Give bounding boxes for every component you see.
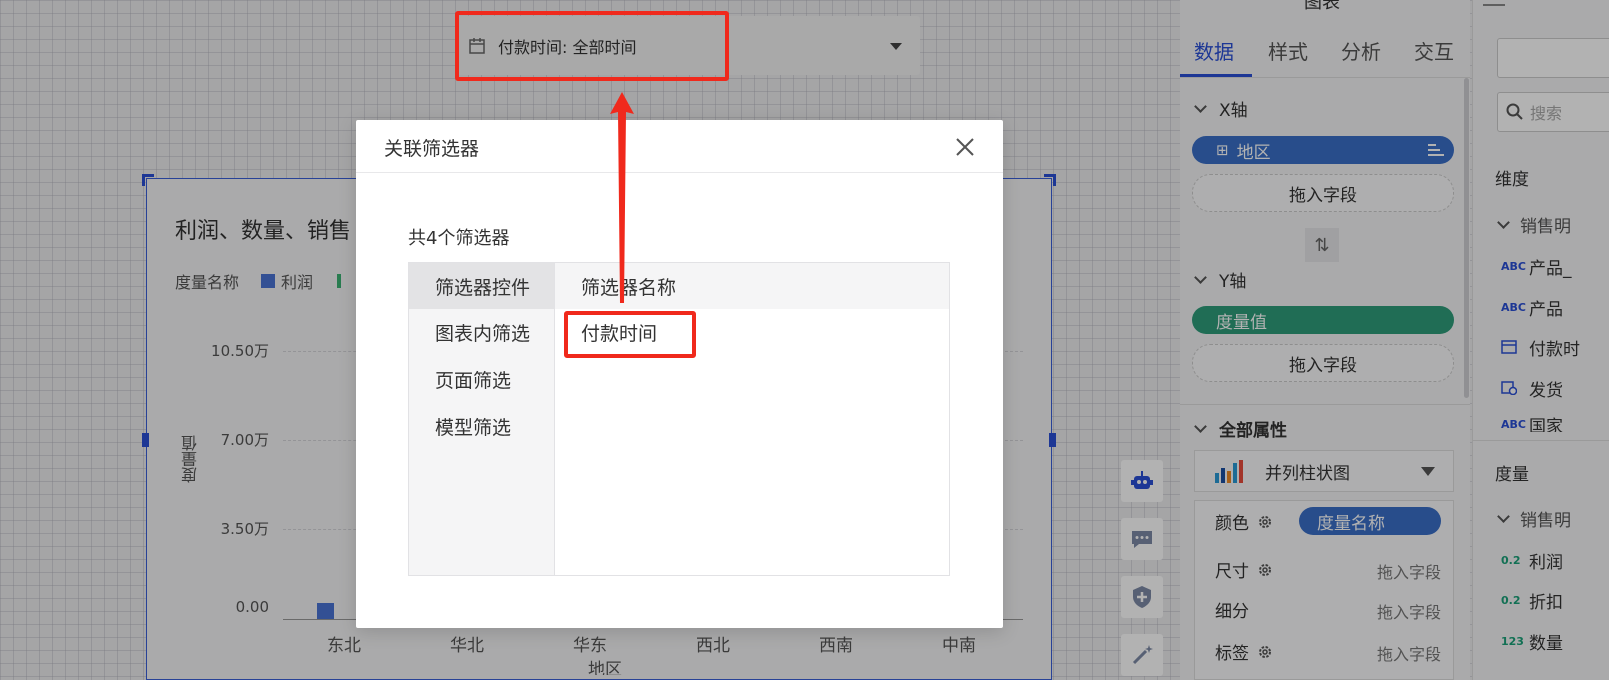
- dialog-title: 关联筛选器: [384, 138, 480, 160]
- linked-filters-dialog: 关联筛选器 共4个筛选器 筛选器控件 图表内筛选 页面筛选 模型筛选 筛选器名称…: [356, 120, 1003, 628]
- divider: [356, 172, 1003, 173]
- filter-table: 筛选器控件 图表内筛选 页面筛选 模型筛选 筛选器名称 付款时间: [408, 262, 950, 576]
- category-model-filters[interactable]: 模型筛选: [409, 403, 554, 449]
- annotation-highlight-filter-widget: [455, 11, 729, 81]
- annotation-arrow: [610, 92, 634, 303]
- category-page-filters[interactable]: 页面筛选: [409, 356, 554, 402]
- category-filter-controls[interactable]: 筛选器控件: [409, 263, 554, 309]
- annotation-highlight-filter-row: [564, 311, 696, 358]
- close-icon[interactable]: [954, 136, 976, 158]
- category-in-chart-filters[interactable]: 图表内筛选: [409, 309, 554, 355]
- filter-count: 共4个筛选器: [408, 228, 510, 249]
